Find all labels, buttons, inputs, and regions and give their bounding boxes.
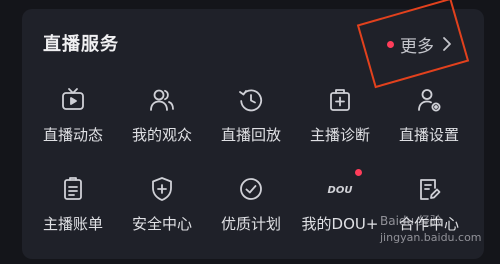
item-my-audience[interactable]: 我的观众 [117,86,207,164]
item-quality-plan[interactable]: 优质计划 [206,175,296,253]
item-label: 主播诊断 [309,126,370,144]
item-my-dou-plus[interactable]: DOU 我的DOU+ [295,169,385,253]
watermark-brand: Baidu 经验 [380,214,442,228]
item-label: 直播设置 [398,126,459,144]
svg-text:DOU: DOU [328,185,353,196]
item-security-center[interactable]: 安全中心 [117,175,207,253]
replay-clock-icon [237,86,265,114]
diagnosis-kit-icon [326,86,354,114]
edit-document-icon [415,175,443,203]
item-live-replay[interactable]: 直播回放 [206,86,296,164]
item-label: 我的DOU+ [301,215,379,233]
item-label: 安全中心 [131,215,192,233]
user-settings-icon [415,86,443,114]
item-label: 直播回放 [220,126,281,144]
item-anchor-bill[interactable]: 主播账单 [28,175,118,253]
item-live-dynamics[interactable]: 直播动态 [28,86,118,164]
section-title: 直播服务 [43,34,119,55]
item-label: 主播账单 [42,215,103,233]
dou-logo-icon: DOU [326,175,354,203]
item-label: 我的观众 [131,126,192,144]
item-live-settings[interactable]: 直播设置 [384,86,474,164]
bill-icon [59,175,87,203]
watermark-url: jingyan.baidu.com [380,231,482,244]
audience-icon [148,86,176,114]
new-dot-badge [355,169,362,176]
check-circle-icon [237,175,265,203]
tv-icon [59,86,87,114]
baidu-watermark: Baidu 经验 jingyan.baidu.com [380,212,482,244]
item-label: 优质计划 [220,215,281,233]
item-label: 直播动态 [42,126,103,144]
item-anchor-diagnosis[interactable]: 主播诊断 [295,86,385,164]
shield-plus-icon [148,175,176,203]
